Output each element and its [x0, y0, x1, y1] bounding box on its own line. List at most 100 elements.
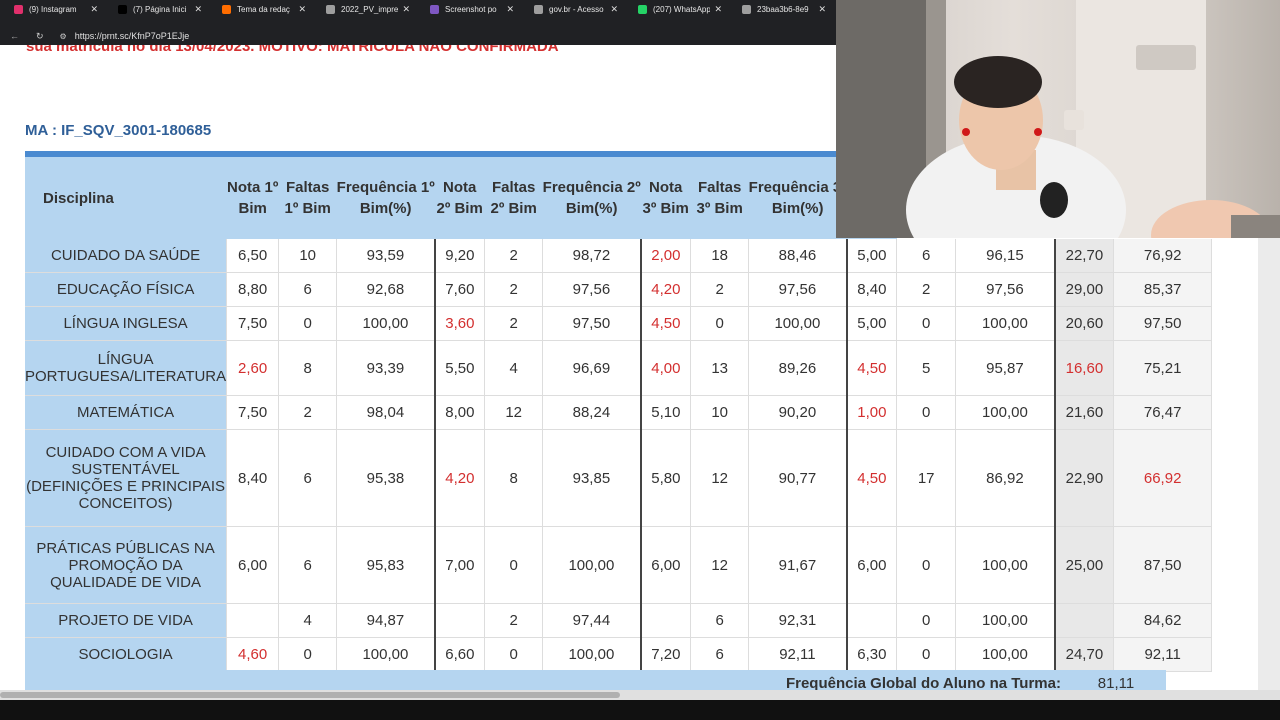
global-frequency-label: Frequência Global do Aluno na Turma:: [785, 675, 1061, 690]
grade-cell: 12: [690, 429, 750, 527]
grade-cell: 95,87: [955, 340, 1056, 396]
discipline-cell: CUIDADO DA SAÚDE: [25, 239, 228, 273]
tab-close-icon[interactable]: ✕: [402, 4, 410, 15]
grade-cell: 7,50: [226, 306, 280, 341]
grade-cell: 100,00: [955, 603, 1056, 638]
grade-cell: 4,20: [434, 429, 486, 527]
site-info-icon[interactable]: ⚙: [60, 32, 67, 41]
grade-cell: 92,11: [1113, 637, 1213, 672]
webcam-overlay: [836, 0, 1280, 238]
grade-cell: 0: [896, 526, 957, 604]
browser-tab-strip: (9) Instagram ✕ (7) Página Inici ✕ Tema da r…: [0, 0, 836, 18]
reload-icon[interactable]: ↻: [36, 31, 44, 42]
grade-cell: 88,24: [542, 395, 642, 430]
grade-cell: 100,00: [336, 637, 436, 672]
horizontal-scrollbar[interactable]: [0, 690, 1280, 700]
grade-cell: 100,00: [542, 637, 642, 672]
header-nota-3: Nota 3º Bim: [640, 157, 691, 239]
grade-cell: 2: [278, 395, 338, 430]
browser-tab[interactable]: 2022_PV_impre ✕: [312, 0, 416, 18]
browser-tab[interactable]: 23baa3b6-8e9 ✕: [728, 0, 832, 18]
grade-cell: 2: [896, 272, 957, 307]
browser-tab[interactable]: (207) WhatsApp ✕: [624, 0, 728, 18]
grade-cell: 5,50: [434, 340, 486, 396]
browser-tab[interactable]: (7) Página Inici ✕: [104, 0, 208, 18]
tab-close-icon[interactable]: ✕: [818, 4, 826, 15]
taskbar-strip: [0, 700, 1280, 720]
discipline-cell: LÍNGUA PORTUGUESA/LITERATURA: [25, 340, 228, 396]
table-row: PRÁTICAS PÚBLICAS NA PROMOÇÃO DA QUALIDA…: [25, 526, 1213, 604]
tab-close-icon[interactable]: ✕: [194, 4, 202, 15]
grade-cell: 8,80: [226, 272, 280, 307]
grade-cell: 90,20: [748, 395, 848, 430]
browser-tab[interactable]: gov.br - Acesso ✕: [520, 0, 624, 18]
horizontal-scroll-thumb[interactable]: [0, 692, 620, 698]
grade-cell: 4: [278, 603, 338, 638]
url-text[interactable]: https://prnt.sc/KfnP7oP1EJje: [75, 31, 190, 41]
grade-cell: 92,11: [748, 637, 848, 672]
grade-cell: [640, 603, 692, 638]
grade-cell: 97,56: [955, 272, 1056, 307]
tab-close-icon[interactable]: ✕: [506, 4, 514, 15]
grade-cell: 22,70: [1054, 239, 1115, 273]
browser-toolbar-gap: [0, 18, 836, 27]
grade-cell: [846, 603, 898, 638]
global-frequency-value: 81,11: [1097, 675, 1135, 690]
grade-cell: 100,00: [748, 306, 848, 341]
grade-cell: 25,00: [1054, 526, 1115, 604]
grade-cell: 0: [896, 637, 957, 672]
browser-tab[interactable]: Screenshot po ✕: [416, 0, 520, 18]
grade-cell: 7,50: [226, 395, 280, 430]
grade-cell: 6: [278, 526, 338, 604]
header-freq-3: Frequência 3º Bim(%): [748, 157, 847, 239]
header-faltas-1: Faltas 1º Bim: [278, 157, 337, 239]
tab-title: (207) WhatsApp: [653, 4, 711, 14]
grade-cell: 100,00: [955, 526, 1056, 604]
grade-cell: 29,00: [1054, 272, 1115, 307]
discipline-cell: SOCIOLOGIA: [25, 637, 228, 672]
grade-cell: 97,50: [1113, 306, 1213, 341]
grade-cell: 87,50: [1113, 526, 1213, 604]
grade-cell: 75,21: [1113, 340, 1213, 396]
tab-close-icon[interactable]: ✕: [610, 4, 618, 15]
grade-cell: 2: [484, 272, 544, 307]
grade-cell: 7,20: [640, 637, 692, 672]
header-nota-2: Nota 2º Bim: [434, 157, 485, 239]
grade-cell: 6: [690, 603, 750, 638]
grade-cell: 0: [484, 637, 544, 672]
grade-cell: 98,04: [336, 395, 436, 430]
grade-cell: 16,60: [1054, 340, 1115, 396]
turma-label: MA : IF_SQV_3001-180685: [25, 122, 212, 139]
grade-cell: 6,00: [226, 526, 280, 604]
global-frequency-row: Frequência Global do Aluno na Turma: 81,…: [25, 670, 1166, 690]
tab-close-icon[interactable]: ✕: [298, 4, 306, 15]
grade-cell: 2: [484, 603, 544, 638]
grade-cell: 4,50: [846, 340, 898, 396]
discipline-cell: PRÁTICAS PÚBLICAS NA PROMOÇÃO DA QUALIDA…: [25, 526, 228, 604]
grade-cell: 6,50: [226, 239, 280, 273]
vertical-scrollbar[interactable]: [1258, 238, 1280, 690]
grade-cell: 10: [278, 239, 338, 273]
discipline-cell: EDUCAÇÃO FÍSICA: [25, 272, 228, 307]
browser-tab[interactable]: (9) Instagram ✕: [0, 0, 104, 18]
tab-close-icon[interactable]: ✕: [90, 4, 98, 15]
browser-tab[interactable]: Tema da redaç ✕: [208, 0, 312, 18]
red-notice-text: sua matrícula no dia 13/04/2023. MOTIVO:…: [26, 45, 559, 55]
grade-cell: 76,92: [1113, 239, 1213, 273]
grade-cell: 91,67: [748, 526, 848, 604]
grade-cell: 6: [896, 239, 957, 273]
grade-cell: 92,68: [336, 272, 436, 307]
grade-cell: 100,00: [955, 637, 1056, 672]
grade-cell: 12: [484, 395, 544, 430]
tab-title: 2022_PV_impre: [341, 4, 399, 14]
grade-cell: 90,77: [748, 429, 848, 527]
grade-cell: 94,87: [336, 603, 436, 638]
header-nota-1: Nota 1º Bim: [226, 157, 279, 239]
address-bar: ← ↻ ⚙ https://prnt.sc/KfnP7oP1EJje: [0, 27, 836, 45]
header-disciplina: Disciplina: [25, 157, 227, 239]
tab-favicon-icon: [742, 4, 751, 14]
back-arrow-icon[interactable]: ←: [10, 31, 20, 41]
tab-close-icon[interactable]: ✕: [714, 4, 722, 15]
grade-cell: 0: [896, 603, 957, 638]
grade-cell: 0: [896, 395, 957, 430]
